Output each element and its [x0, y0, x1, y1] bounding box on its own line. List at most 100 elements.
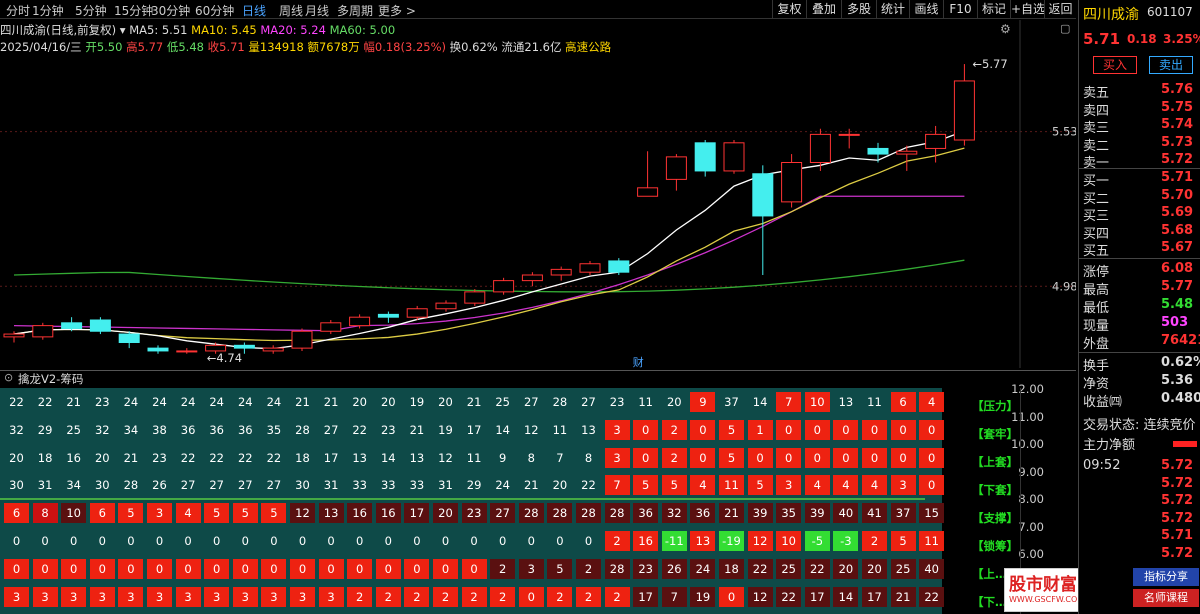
toolbar-button-5[interactable]: F10	[943, 0, 977, 19]
toolbar-button-1[interactable]: 叠加	[806, 0, 841, 19]
tab-period-4[interactable]: 30分钟	[151, 2, 190, 19]
indicator-cell: 8	[32, 503, 58, 523]
indicator-cell: 1	[747, 420, 773, 440]
indicator-cell: 6	[89, 503, 115, 523]
indicator-cell: 0	[776, 448, 802, 468]
tab-period-9[interactable]: 多周期	[337, 2, 373, 19]
collapse-icon[interactable]: ▢	[1060, 22, 1070, 35]
indicator-cell: 18	[719, 559, 744, 579]
indicator-axis-label-3: 9.00	[1018, 464, 1044, 479]
tab-period-5[interactable]: 60分钟	[195, 2, 234, 19]
indicator-cell: 22	[266, 451, 282, 465]
panel-pct: 3.25%	[1163, 32, 1200, 46]
indicator-cell: 13	[581, 423, 596, 437]
tab-period-8[interactable]: 月线	[305, 2, 329, 19]
open-label: 开5.50	[85, 40, 123, 54]
indicator-cell: 31	[323, 478, 339, 492]
candlestick-chart[interactable]: 5.53 4.98 ←5.77 ←4.74 财	[0, 20, 1076, 368]
ma60-line	[13, 259, 965, 293]
ma10-label: MA10: 5.45	[191, 23, 257, 37]
indicator-cell: 27	[523, 395, 539, 409]
main-flow-label[interactable]: 主力净额	[1083, 434, 1135, 453]
indicator-cell: 0	[204, 559, 230, 579]
bid-label: 买一	[1083, 174, 1110, 189]
indicator-cell: 3	[604, 420, 630, 440]
indicator-panel[interactable]: 22 22 21 23 24 24 24 24 24 24 21 21 20 20 19 20 21 25 27 28…	[0, 382, 1134, 614]
tab-period-7[interactable]: 周线	[279, 2, 303, 19]
indicator-cell: 3	[290, 587, 315, 607]
bid-label: 买三	[1083, 209, 1110, 224]
tick-row-4: 5.71	[1083, 528, 1200, 546]
indicator-cell: 21	[409, 423, 425, 437]
indicator-cell: 22	[37, 395, 53, 409]
indicator-cell: 20	[433, 503, 458, 523]
indicator-cell: 0	[527, 534, 535, 548]
tick-price: 5.72	[1161, 458, 1194, 473]
indicator-cell: 9	[690, 392, 716, 412]
tab-period-1[interactable]: 1分钟	[32, 2, 64, 19]
toolbar-button-4[interactable]: 画线	[909, 0, 943, 19]
toolbar-button-2[interactable]: 多股	[841, 0, 876, 19]
settings-gear-icon[interactable]: ⚙	[1000, 22, 1011, 36]
candle-body-9	[262, 347, 284, 352]
indicator-cell: 11	[552, 423, 568, 437]
indicator-tag-3: 【下套】	[972, 483, 1018, 497]
indicator-cell: 5	[261, 503, 287, 523]
bid-price: 5.70	[1161, 187, 1194, 203]
indicator-name[interactable]: 擒龙V2-筹码	[18, 371, 83, 387]
stat2-value: 0.480	[1161, 391, 1200, 406]
indicator-cell: 11	[719, 475, 744, 495]
buy-button[interactable]: 买入	[1093, 56, 1137, 74]
indicator-cell: 6	[4, 503, 29, 523]
tab-period-0[interactable]: 分时	[6, 2, 30, 19]
tab-period-10[interactable]: 更多 >	[378, 2, 416, 19]
collapse-indicator-icon[interactable]: ⊙	[4, 371, 13, 384]
indicator-cell: 7	[604, 475, 630, 495]
kline-chart-area[interactable]: 5.53 4.98 ←5.77 ←4.74 财 四川成渝(日线,前复权) ▾ MA5: …	[0, 20, 1076, 368]
tab-period-3[interactable]: 15分钟	[114, 2, 153, 19]
indicator-cell: 36	[633, 503, 659, 523]
price-axis-label-0: 5.53	[1052, 125, 1076, 139]
toolbar-button-8[interactable]: 返回	[1044, 0, 1076, 19]
indicator-cell: 31	[37, 478, 53, 492]
bid-label: 买五	[1083, 244, 1110, 259]
indicator-cell: 3	[204, 587, 230, 607]
tick-price: 5.72	[1161, 510, 1194, 526]
tab-period-6[interactable]: 日线	[242, 2, 266, 19]
indicator-cell: 0	[413, 534, 421, 548]
indicator-cell: 0	[41, 534, 49, 548]
indicator-header: ⊙ 擒龙V2-筹码	[0, 370, 1076, 386]
tab-period-2[interactable]: 5分钟	[75, 2, 107, 19]
ask-label: 卖二	[1083, 138, 1110, 154]
quote-panel: 四川成渝6011075.710.183.25%买入卖出卖五5.76卖四5.75卖…	[1078, 0, 1200, 614]
toolbar-button-7[interactable]: +自选	[1010, 0, 1045, 19]
indicator-cell: 12	[747, 531, 773, 551]
indicator-cell: 2	[490, 587, 516, 607]
indicator-cell: 30	[295, 478, 310, 492]
price-axis-label-1: 4.98	[1052, 279, 1076, 293]
tick-price: 5.72	[1161, 493, 1194, 508]
indicator-cell: 4	[804, 475, 830, 495]
indicator-cell: 5	[719, 448, 744, 468]
indicator-cell: -5	[804, 531, 830, 551]
ask-label: 卖三	[1083, 121, 1110, 136]
indicator-cell: 28	[576, 503, 601, 523]
indicator-cell: 29	[37, 423, 53, 437]
indicator-cell: 34	[123, 423, 139, 437]
toolbar-button-6[interactable]: 标记	[977, 0, 1010, 19]
stat-label: 外盘	[1083, 337, 1110, 352]
indicator-cell: 6	[890, 392, 916, 412]
indicator-cell: 3	[89, 587, 115, 607]
indicator-cell: 35	[776, 503, 802, 523]
indicator-tag-2: 【上套】	[972, 455, 1018, 469]
toolbar-button-0[interactable]: 复权	[772, 0, 806, 19]
low-price-label: ←4.74	[207, 351, 242, 365]
ask-label: 卖四	[1083, 103, 1110, 119]
indicator-axis-label-6: 6.00	[1018, 547, 1044, 561]
sell-button[interactable]: 卖出	[1149, 56, 1193, 74]
ma10-line	[13, 147, 965, 342]
indicator-cell: 2	[576, 587, 601, 607]
indicator-cell: 17	[323, 451, 339, 465]
toolbar-button-3[interactable]: 统计	[876, 0, 909, 19]
indicator-cell: 0	[155, 534, 164, 548]
